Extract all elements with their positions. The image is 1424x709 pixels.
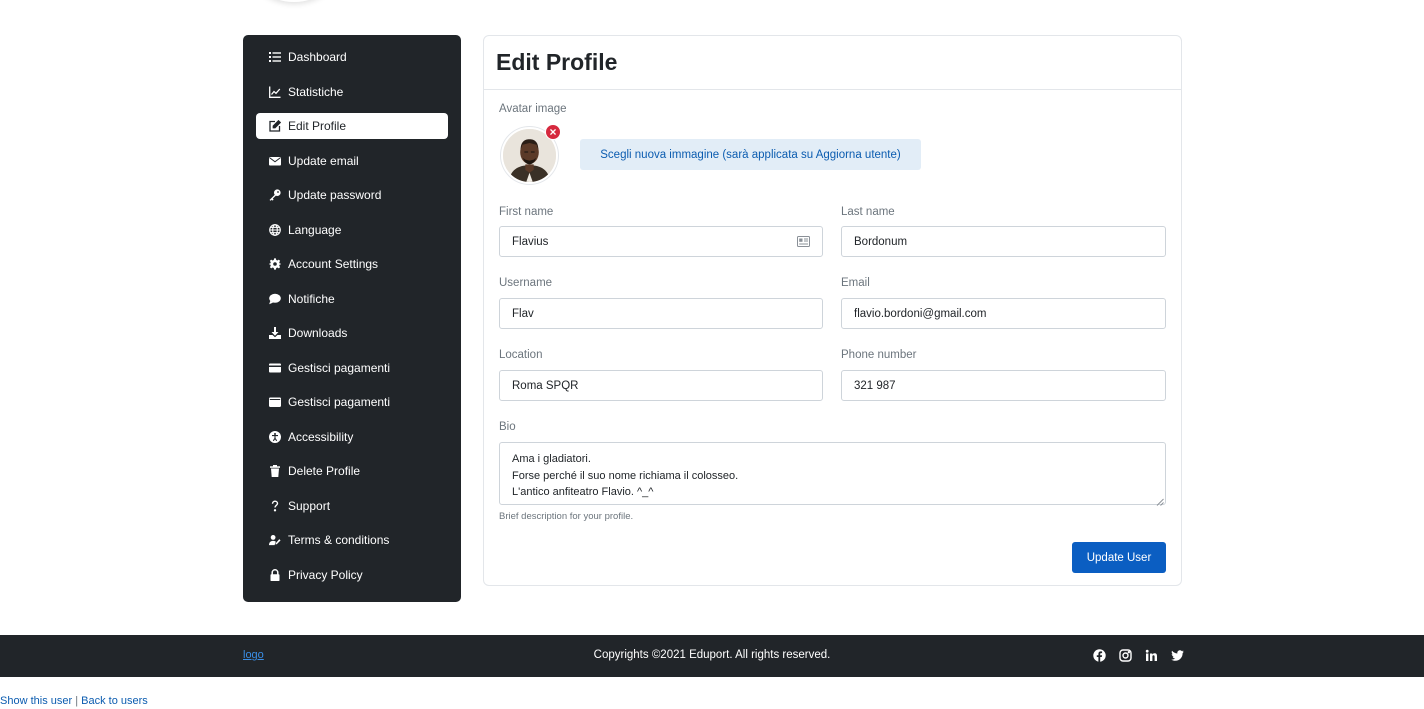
avatar-label: Avatar image (499, 103, 567, 115)
sidebar-item-label: Support (288, 498, 331, 513)
user-edit-icon (268, 534, 281, 547)
key-icon (268, 189, 281, 202)
top-avatar-edge (246, 0, 342, 2)
last-name-label: Last name (841, 206, 895, 218)
sidebar-item-account-settings[interactable]: Account Settings (256, 251, 448, 277)
sidebar-item-label: Gestisci pagamenti (288, 395, 391, 409)
sidebar-item-label: Downloads (288, 326, 348, 340)
chart-line-icon (268, 85, 281, 98)
copyright-text: Copyrights ©2021 Eduport. All rights res… (593, 649, 831, 661)
linkedin-icon[interactable] (1145, 649, 1158, 662)
last-name-field[interactable]: Bordonum (841, 226, 1166, 257)
bottom-links: Show this user | Back to users (0, 695, 148, 707)
sidebar-item-support[interactable]: Support (256, 493, 448, 519)
bio-label: Bio (499, 421, 516, 433)
first-name-label: First name (499, 206, 554, 218)
choose-image-button[interactable]: Scegli nuova immagine (sarà applicata su… (580, 139, 921, 170)
first-name-field[interactable]: Flavius (499, 226, 823, 257)
show-user-link[interactable]: Show this user (0, 695, 72, 707)
sidebar-item-gestisci-pagamenti[interactable]: Gestisci pagamenti (256, 355, 448, 381)
location-label: Location (499, 349, 543, 361)
card-header: Edit Profile (484, 36, 1181, 90)
sidebar: Dashboard Statistiche Edit Profile Updat… (243, 35, 461, 602)
bio-textarea[interactable]: Ama i gladiatori. Forse perché il suo no… (499, 442, 1166, 506)
last-name-value: Bordonum (854, 235, 908, 248)
envelope-icon (268, 154, 281, 167)
sidebar-item-update-password[interactable]: Update password (256, 182, 448, 208)
sidebar-item-notifiche[interactable]: Notifiche (256, 286, 448, 312)
location-field[interactable]: Roma SPQR (499, 370, 823, 401)
sidebar-item-downloads[interactable]: Downloads (256, 320, 448, 346)
sidebar-item-privacy-policy[interactable]: Privacy Policy (256, 562, 448, 588)
phone-label: Phone number (841, 349, 917, 361)
trash-icon (268, 465, 281, 478)
sidebar-item-update-email[interactable]: Update email (256, 148, 448, 174)
sidebar-item-label: Language (288, 222, 342, 237)
sidebar-item-label: Edit Profile (288, 119, 347, 133)
instagram-icon[interactable] (1119, 649, 1132, 662)
sidebar-item-label: Delete Profile (288, 464, 361, 478)
bio-line: Ama i gladiatori. (512, 453, 591, 465)
contact-card-icon[interactable] (797, 236, 810, 247)
twitter-icon[interactable] (1171, 649, 1184, 662)
page-title: Edit Profile (496, 49, 618, 75)
sidebar-item-label: Privacy Policy (288, 567, 363, 582)
bio-help-text: Brief description for your profile. (499, 511, 634, 522)
back-to-users-link[interactable]: Back to users (81, 695, 148, 707)
sidebar-item-label: Update password (288, 188, 382, 202)
list-icon (268, 51, 281, 64)
download-icon (268, 327, 281, 340)
chat-bubble-icon (268, 292, 281, 305)
sidebar-item-gestisci-pagamenti-2[interactable]: Gestisci pagamenti (256, 389, 448, 415)
phone-value: 321 987 (854, 379, 896, 392)
first-name-value: Flavius (512, 235, 549, 248)
link-separator: | (75, 695, 79, 707)
sidebar-item-statistiche[interactable]: Statistiche (256, 79, 448, 105)
sidebar-item-label: Account Settings (288, 257, 379, 271)
gear-icon (268, 258, 281, 271)
resize-handle-icon[interactable] (1156, 495, 1164, 506)
sidebar-item-edit-profile[interactable]: Edit Profile (256, 113, 448, 139)
sidebar-item-label: Accessibility (288, 429, 354, 444)
sidebar-item-label: Dashboard (288, 50, 347, 64)
globe-icon (268, 223, 281, 236)
sidebar-item-accessibility[interactable]: Accessibility (256, 424, 448, 450)
sidebar-item-terms[interactable]: Terms & conditions (256, 527, 448, 553)
credit-card-icon (268, 361, 281, 374)
username-value: Flav (512, 307, 534, 320)
update-user-button[interactable]: Update User (1072, 542, 1166, 573)
wallet-icon (268, 396, 281, 409)
social-links (1093, 649, 1184, 662)
phone-field[interactable]: 321 987 (841, 370, 1166, 401)
username-field[interactable]: Flav (499, 298, 823, 329)
remove-avatar-button[interactable]: × (545, 124, 561, 140)
lock-icon (268, 568, 281, 581)
question-icon (268, 499, 281, 512)
username-label: Username (499, 277, 553, 289)
footer: logo Copyrights ©2021 Eduport. All right… (0, 635, 1424, 677)
location-value: Roma SPQR (512, 379, 579, 392)
bio-line: L'antico anfiteatro Flavio. ^_^ (512, 486, 654, 498)
sidebar-item-label: Gestisci pagamenti (288, 360, 391, 375)
sidebar-item-label: Notifiche (288, 291, 335, 306)
bio-line: Forse perché il suo nome richiama il col… (512, 469, 739, 482)
email-value: flavio.bordoni@gmail.com (854, 307, 987, 320)
edit-icon (268, 120, 281, 133)
sidebar-item-label: Update email (288, 153, 359, 168)
sidebar-item-language[interactable]: Language (256, 217, 448, 243)
facebook-icon[interactable] (1093, 649, 1106, 662)
accessibility-icon (268, 430, 281, 443)
email-label: Email (841, 277, 870, 289)
email-field[interactable]: flavio.bordoni@gmail.com (841, 298, 1166, 329)
sidebar-item-label: Statistiche (288, 84, 344, 99)
sidebar-item-label: Terms & conditions (288, 533, 390, 547)
sidebar-item-dashboard[interactable]: Dashboard (256, 44, 448, 70)
sidebar-item-delete-profile[interactable]: Delete Profile (256, 458, 448, 484)
